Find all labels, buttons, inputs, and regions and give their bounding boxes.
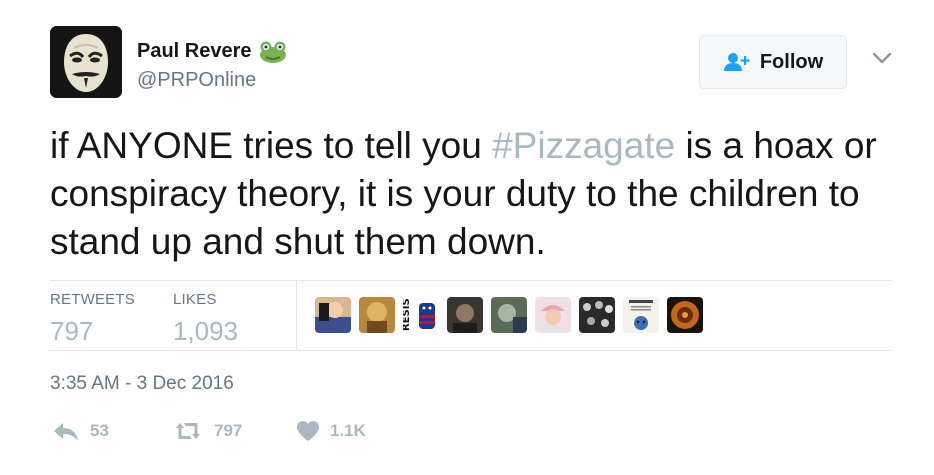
reply-count: 53 bbox=[90, 421, 109, 440]
retweet-count: 797 bbox=[214, 421, 243, 440]
divider bbox=[50, 280, 891, 281]
stats-separator bbox=[296, 281, 297, 350]
chevron-down-icon[interactable] bbox=[871, 50, 893, 66]
frog-emoji-icon bbox=[259, 41, 286, 63]
retweets-stat[interactable]: RETWEETS 797 bbox=[50, 291, 135, 347]
user-avatar[interactable] bbox=[50, 26, 122, 98]
likes-value: 1,093 bbox=[173, 316, 239, 346]
liker-avatar[interactable]: RESIST bbox=[403, 297, 439, 333]
add-user-icon bbox=[723, 53, 750, 71]
tweet-text-before: if ANYONE tries to tell you bbox=[50, 125, 493, 166]
liker-avatar[interactable] bbox=[315, 297, 351, 333]
likes-stat[interactable]: LIKES 1,093 bbox=[173, 291, 238, 347]
liker-avatar[interactable] bbox=[447, 297, 483, 333]
follow-button-label: Follow bbox=[759, 50, 824, 73]
hashtag-link[interactable]: #Pizzagate bbox=[492, 125, 675, 166]
reply-button[interactable]: 53 bbox=[52, 420, 109, 442]
svg-text:RESIST: RESIST bbox=[403, 297, 412, 331]
liker-avatar[interactable] bbox=[579, 297, 615, 333]
follow-button[interactable]: Follow bbox=[699, 35, 847, 89]
liker-avatar[interactable] bbox=[491, 297, 527, 333]
user-name[interactable]: Paul Revere bbox=[137, 40, 252, 63]
liker-avatar[interactable] bbox=[359, 297, 395, 333]
liker-avatar[interactable] bbox=[667, 297, 703, 333]
heart-icon bbox=[297, 421, 319, 441]
guy-fawkes-mask-avatar bbox=[50, 26, 122, 98]
retweets-value: 797 bbox=[50, 316, 94, 346]
user-info: Paul Revere @PRPOnline bbox=[137, 38, 288, 92]
reply-icon bbox=[54, 423, 78, 441]
tweet-text: if ANYONE tries to tell you #Pizzagate i… bbox=[50, 122, 910, 266]
likes-label: LIKES bbox=[173, 291, 217, 308]
divider bbox=[50, 350, 891, 351]
retweets-label: RETWEETS bbox=[50, 291, 135, 308]
user-handle[interactable]: @PRPOnline bbox=[137, 69, 288, 92]
retweet-icon bbox=[176, 423, 200, 439]
retweet-button[interactable]: 797 bbox=[172, 420, 242, 442]
tweet-timestamp[interactable]: 3:35 AM - 3 Dec 2016 bbox=[50, 373, 234, 395]
liker-avatar[interactable] bbox=[535, 297, 571, 333]
like-count: 1.1K bbox=[330, 421, 366, 440]
liker-avatar[interactable] bbox=[623, 297, 659, 333]
liker-avatars: RESIST bbox=[315, 297, 703, 333]
like-button[interactable]: 1.1K bbox=[296, 420, 366, 442]
